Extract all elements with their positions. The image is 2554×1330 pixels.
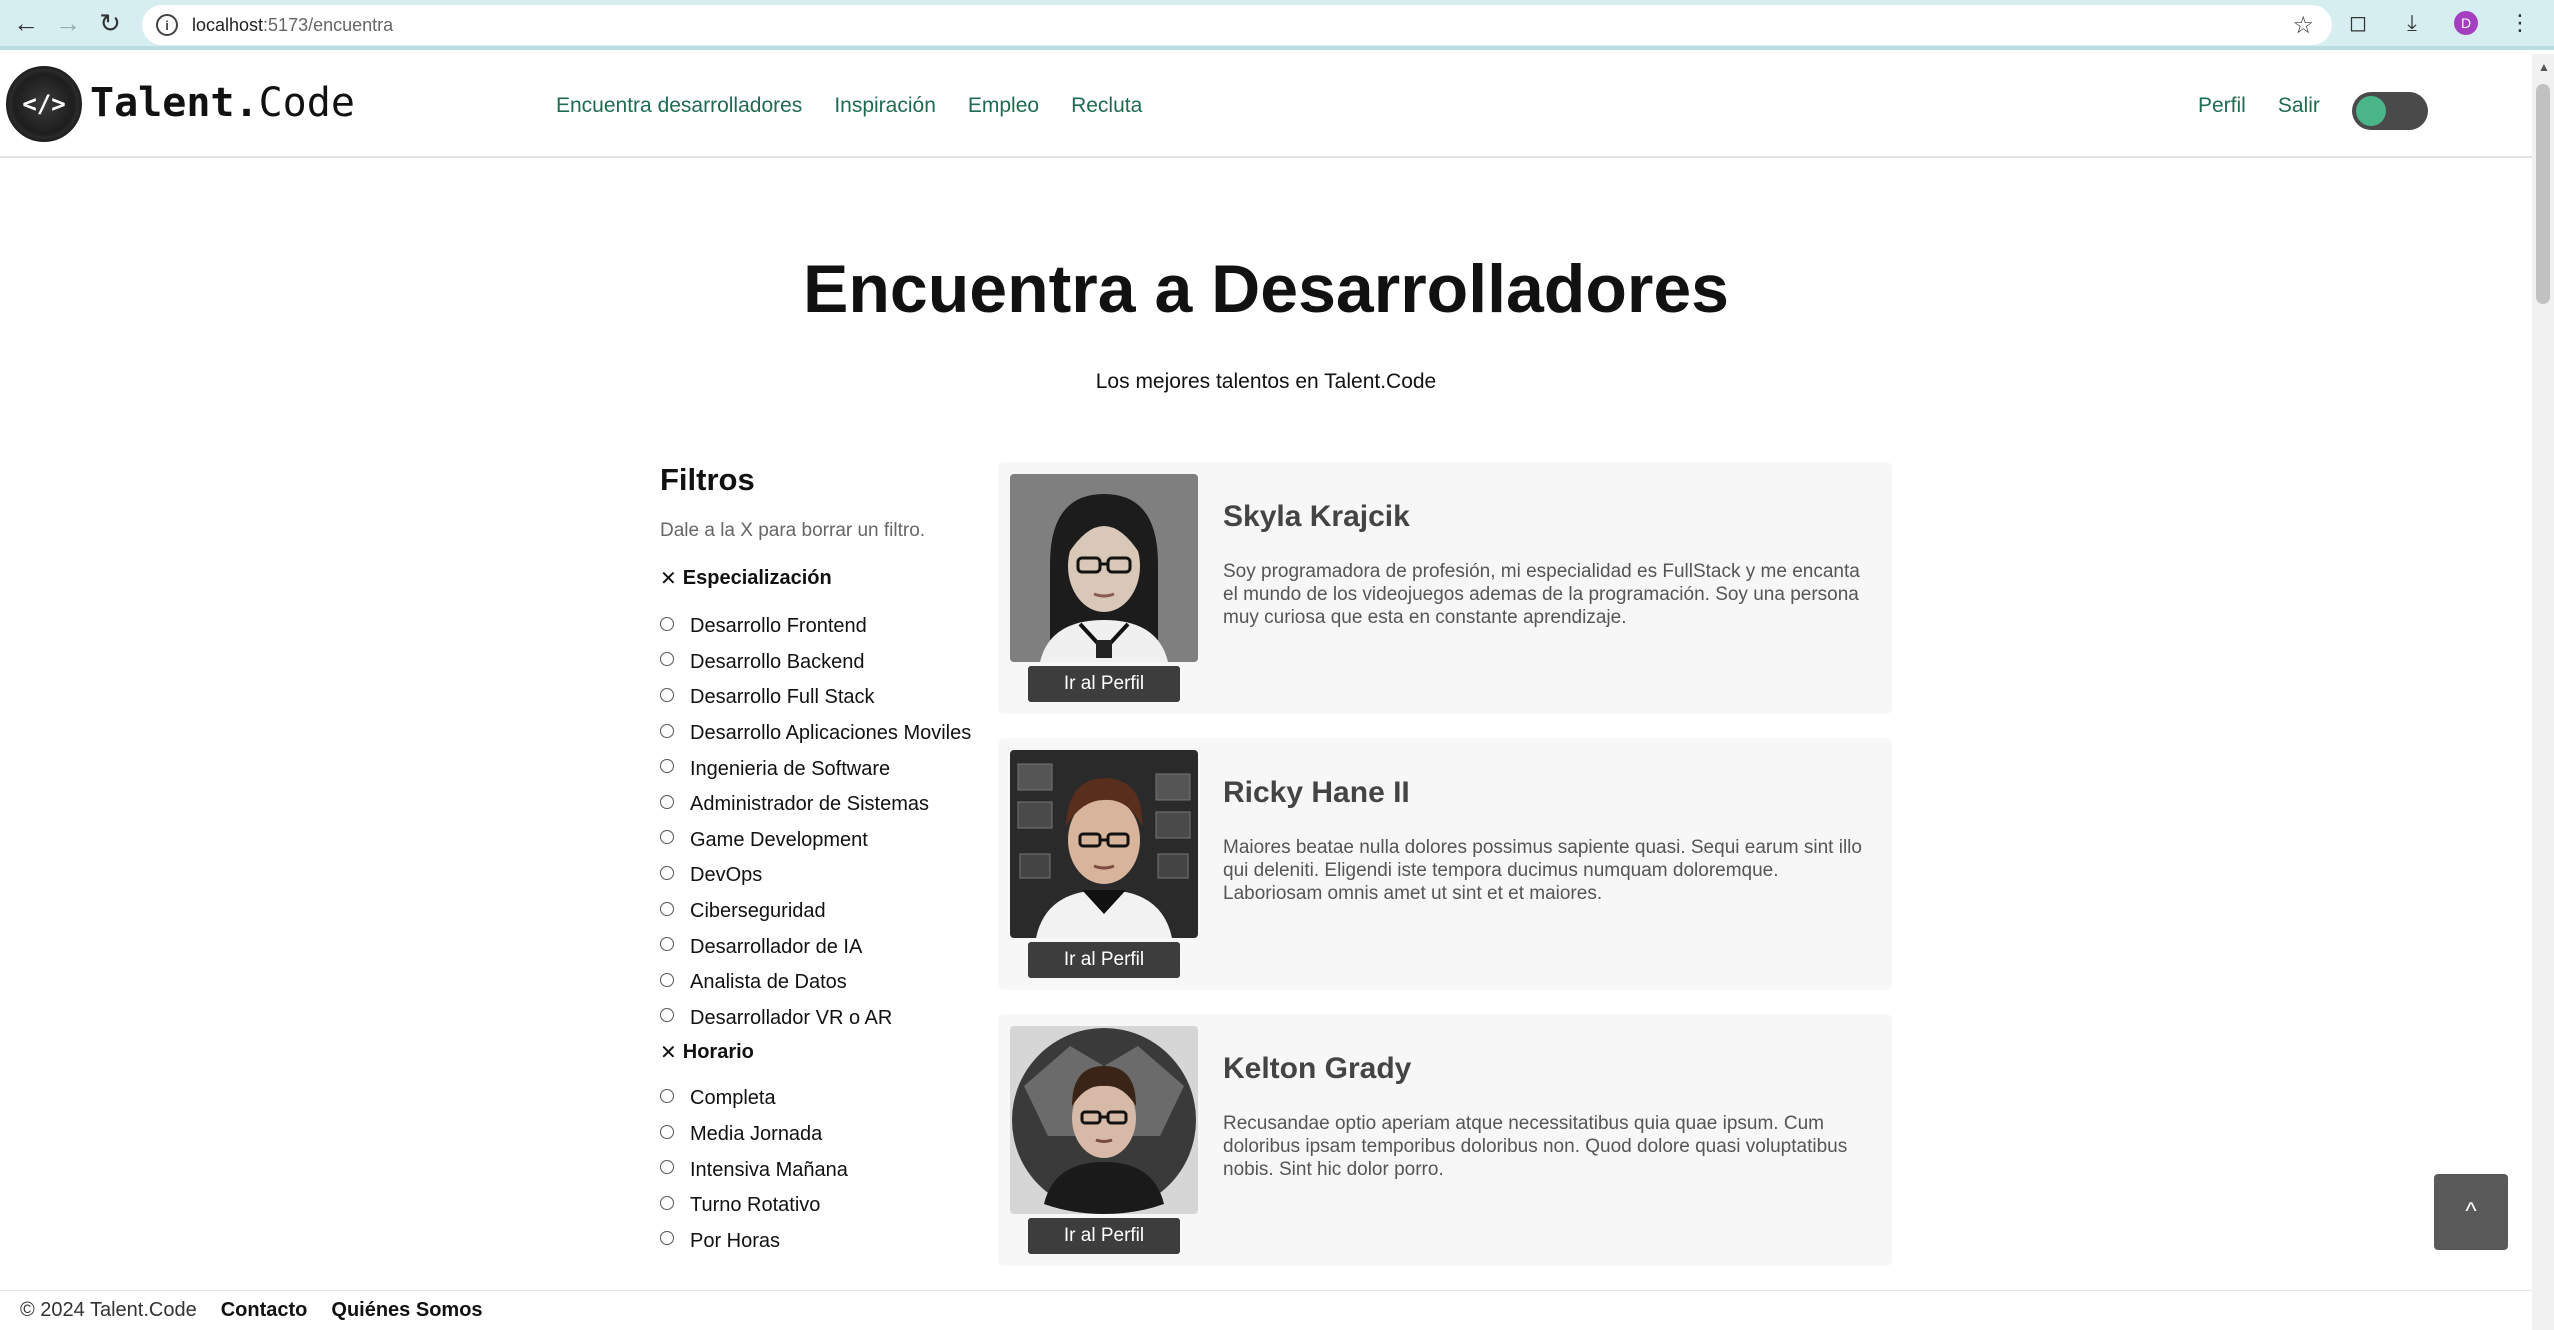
filter-option[interactable]: DevOps [660,858,990,894]
browser-toolbar: ← → ↻ i localhost:5173/encuentra ☆ ◻ ⤓ D… [0,0,2554,50]
back-arrow-icon[interactable]: ← [10,7,42,39]
filters-title: Filtros [660,462,755,497]
developer-card: Ir al Perfil Kelton Grady Recusandae opt… [998,1014,1892,1266]
theme-toggle[interactable] [2352,92,2428,130]
filter-option[interactable]: Por Horas [660,1224,990,1260]
clear-filter-icon[interactable]: ✕ [660,1040,677,1065]
extensions-icon[interactable]: ◻ [2338,3,2378,43]
forward-arrow-icon[interactable]: → [52,7,84,39]
go-to-profile-button[interactable]: Ir al Perfil [1028,666,1180,702]
site-info-icon[interactable]: i [156,14,178,36]
filter-option[interactable]: Completa [660,1081,990,1117]
radio-button[interactable] [660,759,674,774]
filter-option[interactable]: Desarrollo Backend [660,645,990,681]
address-bar[interactable]: i localhost:5173/encuentra ☆ [142,5,2332,45]
footer-link-quienes-somos[interactable]: Quiénes Somos [331,1299,482,1322]
radio-button[interactable] [660,1160,674,1175]
developer-bio: Soy programadora de profesión, mi especi… [1223,561,1860,628]
radio-button[interactable] [660,1124,674,1139]
radio-button[interactable] [660,865,674,880]
filter-group-horario: ✕ Horario [660,1040,990,1065]
filter-group-especializacion: ✕ Especialización [660,566,990,591]
nav-link-recluta[interactable]: Recluta [1071,94,1142,118]
footer-copyright: © 2024 Talent.Code [20,1299,197,1321]
filter-option[interactable]: Administrador de Sistemas [660,787,990,823]
radio-button[interactable] [660,1088,674,1103]
filter-option[interactable]: Turno Rotativo [660,1188,990,1224]
nav-link-salir[interactable]: Salir [2278,94,2320,118]
developer-avatar [1010,474,1198,662]
more-menu-icon[interactable]: ⋮ [2500,3,2540,43]
reload-icon[interactable]: ↻ [94,7,126,39]
go-to-profile-button[interactable]: Ir al Perfil [1028,1218,1180,1254]
site-header: </> Talent.Code Encuentra desarrolladore… [0,54,2532,158]
page-title: Encuentra a Desarrolladores [803,251,1729,327]
developer-name: Kelton Grady [1223,1052,1412,1085]
developer-avatar [1010,1026,1198,1214]
radio-button[interactable] [660,616,674,631]
filter-option[interactable]: Desarrollo Aplicaciones Moviles [660,716,990,752]
radio-button[interactable] [660,1008,674,1023]
radio-button[interactable] [660,794,674,809]
toggle-knob [2356,96,2386,126]
especializacion-options: Desarrollo Frontend Desarrollo Backend D… [660,609,990,1036]
radio-button[interactable] [660,723,674,738]
developer-avatar [1010,750,1198,938]
bookmark-star-icon[interactable]: ☆ [2292,11,2314,40]
nav-link-encuentra[interactable]: Encuentra desarrolladores [556,94,802,118]
radio-button[interactable] [660,830,674,845]
clear-filter-icon[interactable]: ✕ [660,566,677,591]
filter-option[interactable]: Desarrollo Full Stack [660,680,990,716]
download-icon[interactable]: ⤓ [2392,3,2432,43]
filter-option[interactable]: Analista de Datos [660,965,990,1001]
radio-button[interactable] [660,901,674,916]
profile-avatar[interactable]: D [2446,3,2486,43]
filter-option[interactable]: Media Jornada [660,1117,990,1153]
filter-option[interactable]: Desarrollador de IA [660,929,990,965]
developer-bio: Recusandae optio aperiam atque necessita… [1223,1113,1848,1180]
go-to-profile-button[interactable]: Ir al Perfil [1028,942,1180,978]
page-scrollbar[interactable]: ▲ [2532,54,2554,1330]
footer-link-contacto[interactable]: Contacto [221,1299,308,1322]
filters-panel: Filtros Dale a la X para borrar un filtr… [660,462,990,1259]
main-nav: Encuentra desarrolladores Inspiración Em… [556,94,1142,118]
filter-option[interactable]: Game Development [660,823,990,859]
radio-button[interactable] [660,652,674,667]
account-nav: Perfil Salir [2198,94,2320,118]
developer-name: Ricky Hane II [1223,776,1410,809]
nav-link-empleo[interactable]: Empleo [968,94,1039,118]
horario-options: Completa Media Jornada Intensiva Mañana … [660,1081,990,1259]
scroll-up-arrow-icon[interactable]: ▲ [2538,60,2550,74]
site-footer: © 2024 Talent.Code Contacto Quiénes Somo… [0,1290,2532,1330]
filter-option[interactable]: Desarrollo Frontend [660,609,990,645]
developer-card: Ir al Perfil Ricky Hane II Maiores beata… [998,738,1892,990]
logo-text[interactable]: Talent.Code [90,80,355,126]
filter-group-label: Especialización [682,567,832,589]
filter-option[interactable]: Ciberseguridad [660,894,990,930]
logo-icon[interactable]: </> [6,66,82,142]
scroll-thumb[interactable] [2536,84,2550,304]
page-subtitle: Los mejores talentos en Talent.Code [1095,370,1437,393]
radio-button[interactable] [660,972,674,987]
developer-bio: Maiores beatae nulla dolores possimus sa… [1223,837,1862,904]
developer-card: Ir al Perfil Skyla Krajcik Soy programad… [998,462,1892,714]
filter-option[interactable]: Desarrollador VR o AR [660,1001,990,1037]
url-text[interactable]: localhost:5173/encuentra [192,15,393,36]
filters-hint: Dale a la X para borrar un filtro. [660,520,926,541]
developer-name: Skyla Krajcik [1223,500,1410,533]
back-to-top-button[interactable]: ^ [2434,1174,2508,1250]
filter-group-label: Horario [682,1041,754,1064]
radio-button[interactable] [660,1231,674,1246]
filter-option[interactable]: Ingenieria de Software [660,751,990,787]
filter-option[interactable]: Intensiva Mañana [660,1152,990,1188]
radio-button[interactable] [660,1195,674,1210]
radio-button[interactable] [660,937,674,952]
radio-button[interactable] [660,687,674,702]
nav-link-inspiracion[interactable]: Inspiración [834,94,936,118]
nav-link-perfil[interactable]: Perfil [2198,94,2246,118]
